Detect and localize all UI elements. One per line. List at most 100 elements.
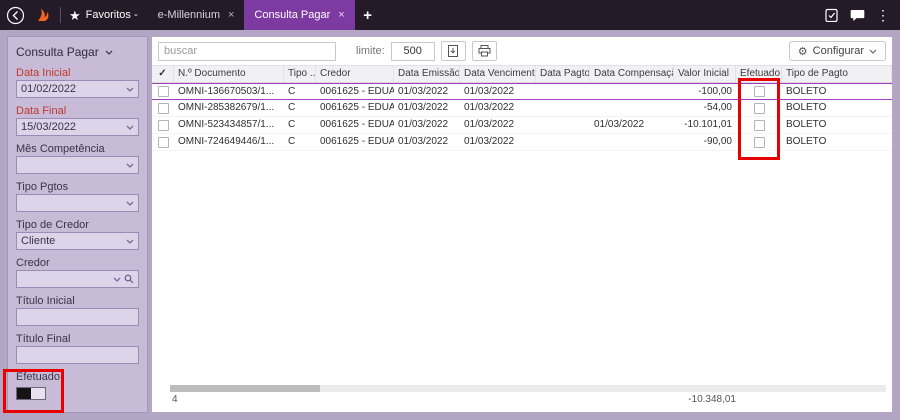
cell-credor: 0061625 - EDUA...: [320, 86, 394, 97]
horizontal-scrollbar[interactable]: [170, 385, 886, 392]
clipboard-icon[interactable]: [820, 0, 842, 30]
cell-credor: 0061625 - EDUA...: [320, 136, 394, 147]
tab-label: Consulta Pagar: [254, 9, 331, 21]
chevron-down-icon: [105, 50, 113, 55]
column-header-tipo-pagto[interactable]: Tipo de Pagto: [782, 66, 892, 82]
close-icon[interactable]: ×: [338, 9, 344, 21]
column-header-efetuado[interactable]: Efetuado: [736, 66, 782, 82]
print-button[interactable]: [471, 41, 497, 61]
tipo-pgtos-label: Tipo Pgtos: [16, 181, 69, 193]
data-inicial-select[interactable]: 01/02/2022: [16, 80, 139, 98]
cell-data-pagto: [536, 134, 590, 150]
cell-tipo: C: [288, 102, 296, 113]
cell-credor: 0061625 - EDUA...: [320, 119, 394, 130]
configure-button[interactable]: ⚙ Configurar: [788, 41, 886, 61]
cell-data-compensacao: [590, 84, 674, 99]
chat-icon[interactable]: [846, 0, 868, 30]
cell-data-emissao: 01/03/2022: [398, 136, 449, 147]
chevron-down-icon: [126, 201, 134, 206]
row-checkbox[interactable]: [157, 102, 169, 114]
efetuado-checkbox[interactable]: [753, 119, 765, 131]
cell-documento: OMNI-523434857/1...: [178, 119, 275, 130]
toggle-handle: [17, 388, 31, 399]
tipo-credor-select[interactable]: Cliente: [16, 232, 139, 250]
menu-dots-icon[interactable]: ⋮: [872, 0, 894, 30]
column-header-valor-inicial[interactable]: Valor Inicial: [674, 66, 736, 82]
configure-label: Configurar: [812, 45, 864, 57]
data-final-value: 15/03/2022: [21, 121, 77, 133]
cell-tipo-pagto: BOLETO: [786, 119, 827, 130]
credor-label: Credor: [16, 257, 50, 269]
cell-documento: OMNI-285382679/1...: [178, 102, 275, 113]
tab-e-millennium[interactable]: e-Millennium ×: [148, 0, 245, 30]
cell-data-pagto: [536, 84, 590, 99]
tipo-credor-label: Tipo de Credor: [16, 219, 89, 231]
efetuado-checkbox[interactable]: [753, 136, 765, 148]
table-row[interactable]: OMNI-285382679/1... C 0061625 - EDUA... …: [152, 100, 892, 117]
search-input[interactable]: [158, 41, 336, 61]
cell-valor-inicial: -10.101,01: [684, 119, 732, 130]
tipo-pgtos-select[interactable]: [16, 194, 139, 212]
chevron-down-icon: [869, 49, 877, 54]
sidebar-title-dropdown[interactable]: Consulta Pagar: [16, 43, 139, 61]
column-header-tipo[interactable]: Tipo ...: [284, 66, 316, 82]
new-tab-button[interactable]: +: [355, 0, 381, 30]
table-row[interactable]: OMNI-724649446/1... C 0061625 - EDUA... …: [152, 134, 892, 151]
cell-tipo: C: [288, 86, 296, 97]
scrollbar-thumb[interactable]: [170, 385, 320, 392]
column-header-data-compensacao[interactable]: Data Compensação: [590, 66, 674, 82]
app-window: ★ Favoritos - e-Millennium × Consulta Pa…: [0, 0, 900, 420]
cell-data-vencimento: 01/03/2022: [464, 136, 515, 147]
cell-tipo: C: [288, 136, 296, 147]
column-header-data-pagto[interactable]: Data Pagto: [536, 66, 590, 82]
chevron-down-icon: [113, 277, 121, 282]
cell-data-emissao: 01/03/2022: [398, 119, 449, 130]
credor-select[interactable]: [16, 270, 139, 288]
close-icon[interactable]: ×: [228, 9, 234, 21]
search-icon[interactable]: [124, 274, 134, 284]
table-row[interactable]: OMNI-136670503/1... C 0061625 - EDUA... …: [152, 83, 892, 100]
chevron-down-icon: [126, 239, 134, 244]
tipo-credor-value: Cliente: [21, 235, 56, 247]
select-all-header[interactable]: ✓: [152, 66, 174, 82]
row-checkbox[interactable]: [157, 136, 169, 148]
table-row[interactable]: OMNI-523434857/1... C 0061625 - EDUA... …: [152, 117, 892, 134]
row-checkbox[interactable]: [157, 119, 169, 131]
cell-tipo: C: [288, 119, 296, 130]
row-count: 4: [172, 394, 178, 405]
column-header-data-emissao[interactable]: Data Emissão: [394, 66, 460, 82]
data-inicial-label: Data Inicial: [16, 67, 71, 79]
table-header: ✓ N.º Documento Tipo ... Credor Data Emi…: [152, 65, 892, 83]
cell-documento: OMNI-724649446/1...: [178, 136, 275, 147]
column-header-credor[interactable]: Credor: [316, 66, 394, 82]
titulo-inicial-input[interactable]: [16, 308, 139, 326]
tab-consulta-pagar[interactable]: Consulta Pagar ×: [244, 0, 355, 30]
cell-valor-inicial: -54,00: [703, 102, 732, 113]
row-checkbox[interactable]: [157, 86, 169, 97]
back-button[interactable]: [0, 0, 30, 30]
data-final-select[interactable]: 15/03/2022: [16, 118, 139, 136]
cell-data-pagto: [536, 117, 590, 133]
limit-input[interactable]: [390, 41, 435, 61]
export-button[interactable]: [440, 41, 466, 61]
efetuado-checkbox[interactable]: [753, 102, 765, 114]
back-arrow-icon: [6, 6, 24, 24]
efetuado-checkbox[interactable]: [753, 86, 765, 97]
column-header-data-vencimento[interactable]: Data Vencimento: [460, 66, 536, 82]
mes-competencia-label: Mês Competência: [16, 143, 105, 155]
cell-data-compensacao: 01/03/2022: [594, 119, 645, 130]
favorites-button[interactable]: ★ Favoritos -: [65, 9, 148, 22]
column-header-documento[interactable]: N.º Documento: [174, 66, 284, 82]
gear-icon: ⚙: [797, 45, 808, 58]
mes-competencia-select[interactable]: [16, 156, 139, 174]
sidebar-title: Consulta Pagar: [16, 45, 99, 59]
app-logo-icon: [30, 7, 56, 23]
chevron-down-icon: [126, 125, 134, 130]
cell-data-compensacao: [590, 134, 674, 150]
cell-tipo-pagto: BOLETO: [786, 86, 827, 97]
star-icon: ★: [69, 7, 81, 23]
efetuado-toggle[interactable]: [16, 387, 46, 400]
limit-label: limite:: [356, 45, 385, 57]
titulo-final-input[interactable]: [16, 346, 139, 364]
cell-data-vencimento: 01/03/2022: [464, 86, 515, 97]
